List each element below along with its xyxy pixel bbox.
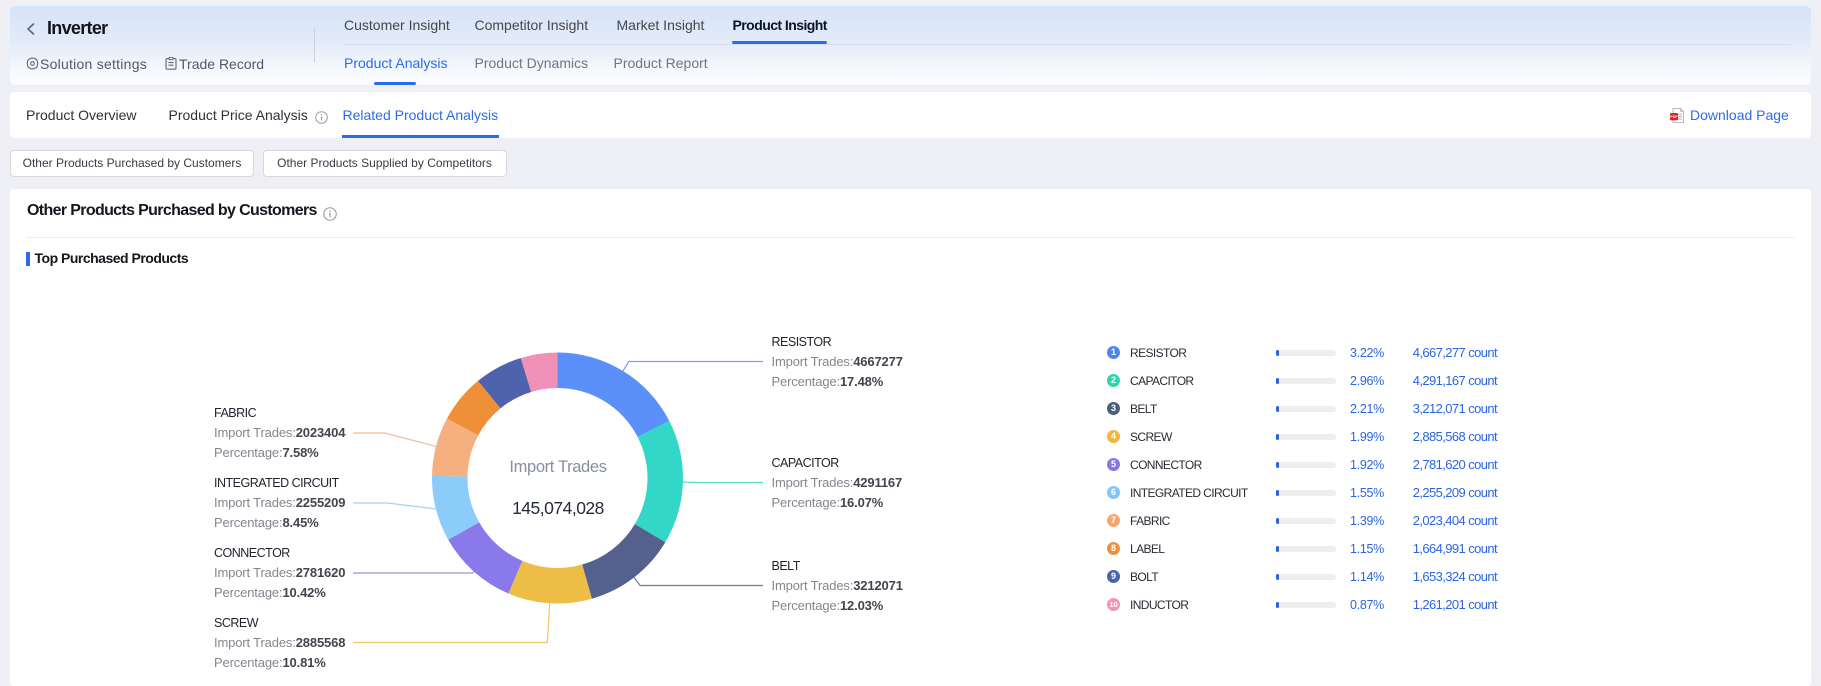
svg-text:PDF: PDF	[1670, 115, 1678, 119]
